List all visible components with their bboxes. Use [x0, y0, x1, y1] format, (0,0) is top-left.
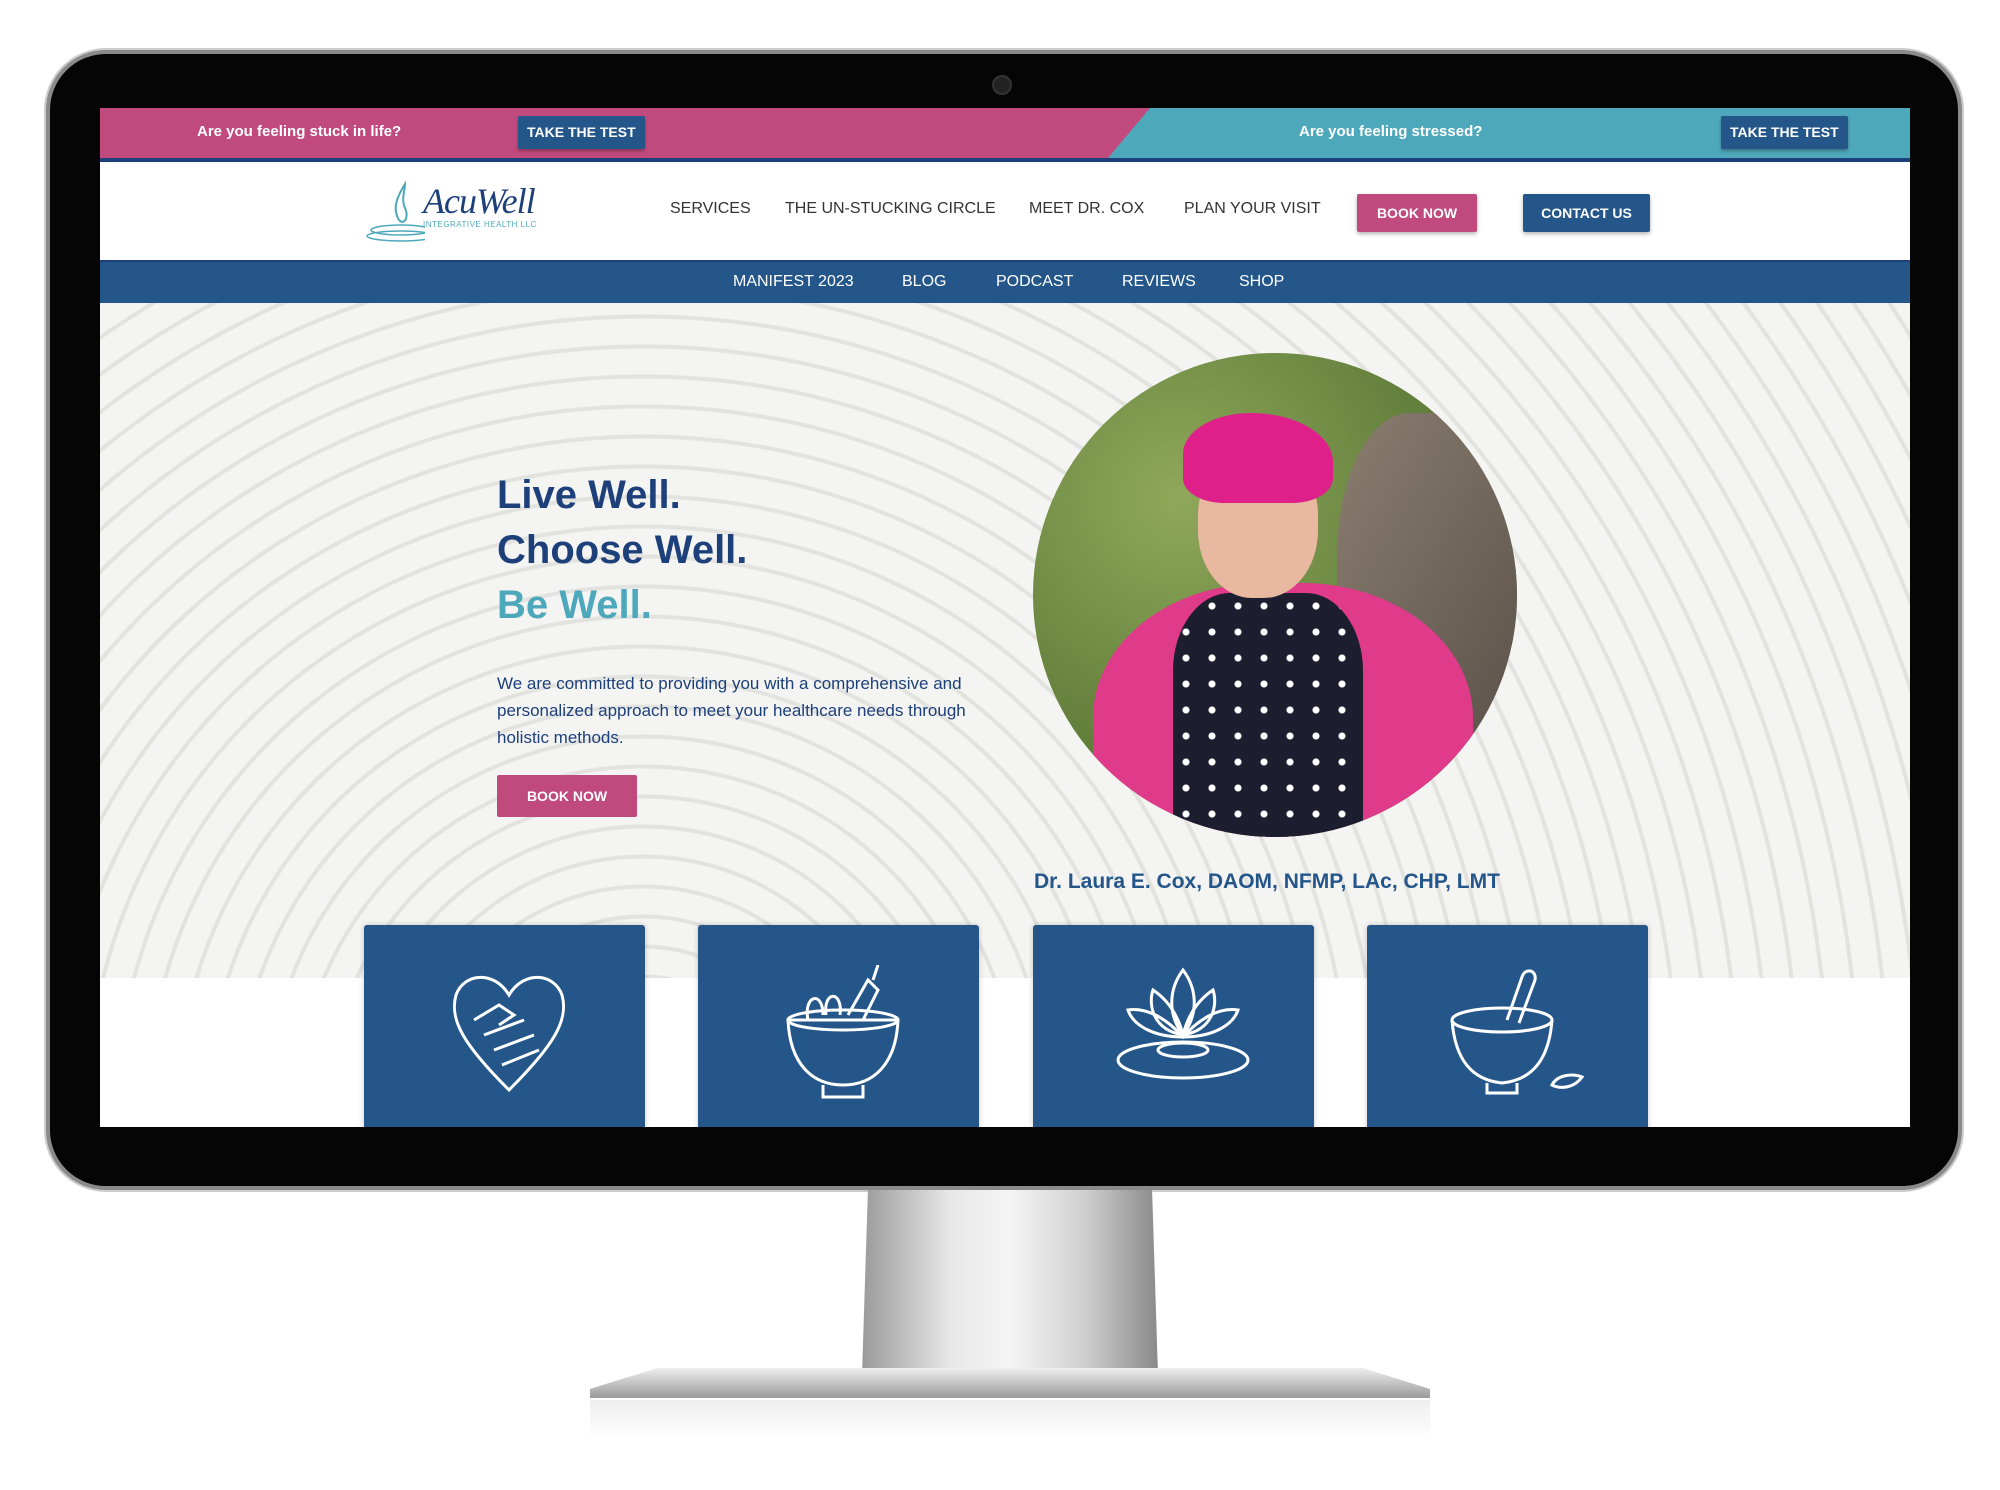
logo-wordmark: AcuWell: [423, 181, 536, 221]
vegetable-bowl-icon: [786, 965, 900, 1099]
heart-hands-icon: [452, 975, 566, 1093]
monitor-reflection: [590, 1400, 1430, 1440]
doctor-portrait: [1033, 353, 1517, 837]
subnav-blog[interactable]: BLOG: [902, 273, 946, 291]
hero-book-now-button[interactable]: BOOK NOW: [497, 775, 637, 817]
take-test-button-right[interactable]: TAKE THE TEST: [1721, 116, 1848, 149]
logo-subtitle: INTEGRATIVE HEALTH LLC: [423, 220, 537, 229]
secondary-nav: MANIFEST 2023 BLOG PODCAST REVIEWS SHOP: [100, 260, 1910, 303]
nav-plan-your-visit[interactable]: PLAN YOUR VISIT: [1184, 200, 1321, 218]
monitor-base: [590, 1368, 1430, 1398]
nav-meet-dr-cox[interactable]: MEET DR. COX: [1029, 200, 1144, 218]
nav-unstucking-circle[interactable]: THE UN-STUCKING CIRCLE: [785, 200, 996, 218]
hero-description: We are committed to providing you with a…: [497, 674, 966, 747]
service-card[interactable]: [1367, 925, 1648, 1127]
monitor-stand: [862, 1190, 1158, 1375]
header: AcuWell INTEGRATIVE HEALTH LLC SERVICES …: [100, 162, 1910, 260]
lotus-icon: [1116, 967, 1250, 1080]
website-screen: Are you feeling stuck in life? TAKE THE …: [100, 108, 1910, 1127]
book-now-button[interactable]: BOOK NOW: [1357, 194, 1477, 232]
promo-bar: Are you feeling stuck in life? TAKE THE …: [100, 108, 1910, 162]
promo-right-text: Are you feeling stressed?: [1299, 123, 1483, 140]
nav-services[interactable]: SERVICES: [670, 200, 751, 218]
service-card[interactable]: [364, 925, 645, 1127]
headline-choose-well: Choose Well.: [497, 528, 748, 572]
logo[interactable]: AcuWell INTEGRATIVE HEALTH LLC: [365, 180, 545, 242]
service-card[interactable]: [1033, 925, 1314, 1127]
subnav-shop[interactable]: SHOP: [1239, 273, 1284, 291]
headline-live-well: Live Well.: [497, 473, 681, 517]
hero-section: Live Well. Choose Well. Be Well. We are …: [100, 303, 1910, 978]
subnav-reviews[interactable]: REVIEWS: [1122, 273, 1196, 291]
mortar-pestle-icon: [1450, 969, 1585, 1095]
headline-be-well: Be Well.: [497, 583, 652, 627]
subnav-manifest-2023[interactable]: MANIFEST 2023: [733, 273, 854, 291]
camera-icon: [992, 75, 1012, 95]
doctor-caption: Dr. Laura E. Cox, DAOM, NFMP, LAc, CHP, …: [1034, 870, 1500, 893]
water-drop-icon: [366, 180, 436, 242]
subnav-podcast[interactable]: PODCAST: [996, 273, 1073, 291]
contact-us-button[interactable]: CONTACT US: [1523, 194, 1650, 232]
service-card[interactable]: [698, 925, 979, 1127]
take-test-button-left[interactable]: TAKE THE TEST: [518, 116, 645, 149]
promo-left-text: Are you feeling stuck in life?: [197, 123, 402, 140]
